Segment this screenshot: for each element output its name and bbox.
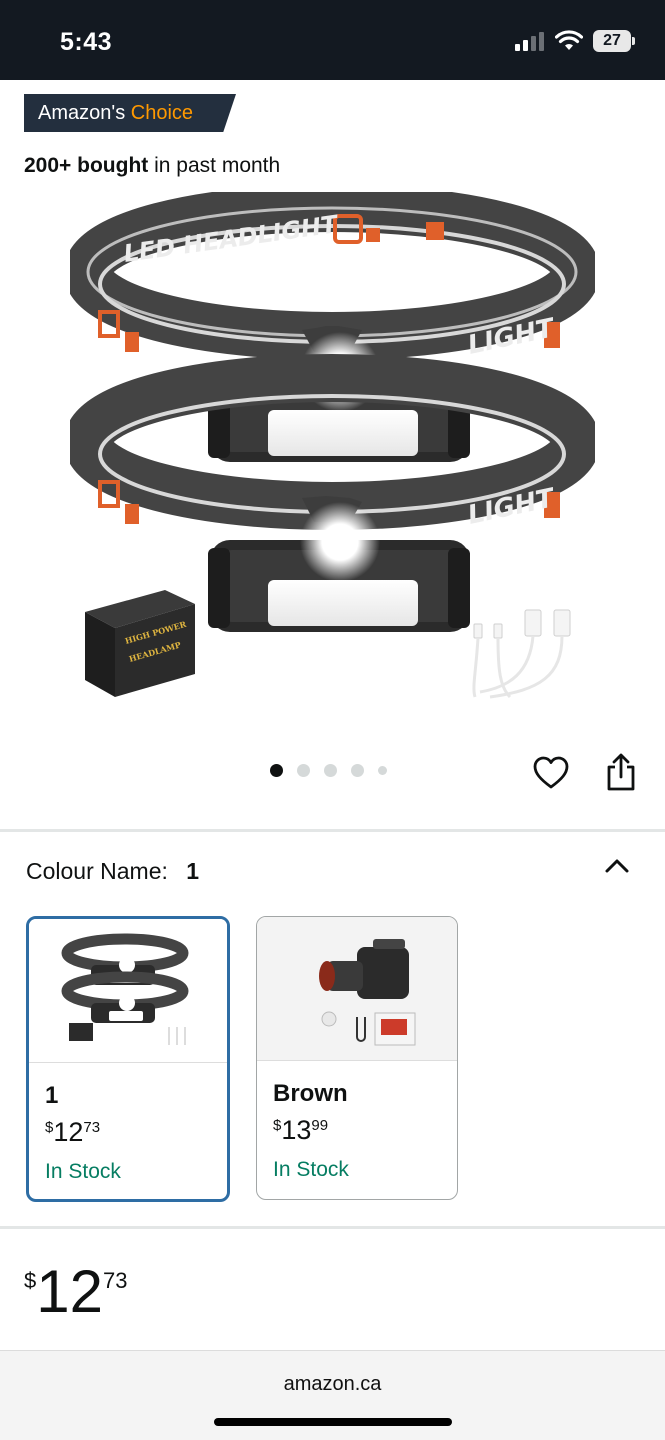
price-cents: 73	[103, 1268, 128, 1293]
share-icon[interactable]	[602, 752, 640, 792]
badge-prefix: Amazon's	[38, 102, 126, 124]
status-bar: 5:43 27	[0, 0, 665, 80]
clipped-text-remnant	[24, 80, 404, 88]
battery-icon: 27	[593, 30, 635, 52]
swatch-name: Brown	[273, 1080, 348, 1107]
swatch-stock-status: In Stock	[45, 1160, 121, 1183]
url-text[interactable]: amazon.ca	[0, 1373, 665, 1396]
bought-count: 200+ bought	[24, 154, 149, 177]
swatch-name: 1	[45, 1082, 59, 1109]
status-time: 5:43	[60, 28, 113, 56]
product-box: HIGH POWER HEADLAMP	[85, 590, 195, 697]
product-price: $ 12 73	[24, 1262, 127, 1322]
carousel-dot-4[interactable]	[351, 764, 364, 777]
colour-swatch-1[interactable]: 1 $ 12 73 In Stock	[26, 916, 230, 1202]
amazons-choice-badge[interactable]: Amazon's Choice	[24, 94, 236, 132]
swatch-image	[257, 917, 457, 1061]
status-icons: 27	[515, 30, 635, 52]
headlamp-top: LED HEADLIGHT LIGHT	[70, 192, 595, 462]
colour-label: Colour Name:	[26, 858, 168, 884]
home-indicator[interactable]	[214, 1418, 452, 1426]
product-image[interactable]: LED HEADLIGHT LIGHT LIGHT HIGH POWER HEA…	[70, 192, 595, 712]
carousel-dots[interactable]	[270, 764, 387, 777]
chevron-up-icon[interactable]	[604, 856, 630, 874]
browser-address-bar[interactable]: amazon.ca	[0, 1350, 665, 1440]
carousel-dot-3[interactable]	[324, 764, 337, 777]
usb-cables	[472, 609, 571, 699]
price-currency: $	[24, 1268, 37, 1293]
swatch-headlamp-thumbnail	[61, 933, 189, 1045]
section-divider	[0, 1226, 665, 1229]
swatch-zoom-headlamp-thumbnail	[319, 939, 416, 1046]
swatch-price: $ 13 99	[273, 1115, 329, 1145]
bought-in-past-month: 200+ bought in past month	[24, 154, 280, 178]
carousel-dot-1[interactable]	[270, 764, 283, 777]
price-whole: 12	[36, 1258, 103, 1325]
colour-name-row: Colour Name: 1	[26, 858, 199, 885]
colour-value: 1	[186, 858, 200, 884]
heart-icon[interactable]	[532, 754, 570, 792]
bought-period: in past month	[154, 154, 281, 177]
swatch-stock-status: In Stock	[273, 1158, 349, 1181]
carousel-dot-5[interactable]	[378, 766, 387, 775]
wifi-icon	[555, 30, 583, 50]
carousel-dot-2[interactable]	[297, 764, 310, 777]
swatch-price: $ 12 73	[45, 1117, 101, 1147]
section-divider	[0, 829, 665, 832]
badge-accent: Choice	[130, 102, 194, 124]
colour-swatch-brown[interactable]: Brown $ 13 99 In Stock	[256, 916, 458, 1200]
signal-icon	[515, 32, 544, 51]
swatch-image	[29, 919, 227, 1063]
battery-level: 27	[593, 30, 631, 52]
